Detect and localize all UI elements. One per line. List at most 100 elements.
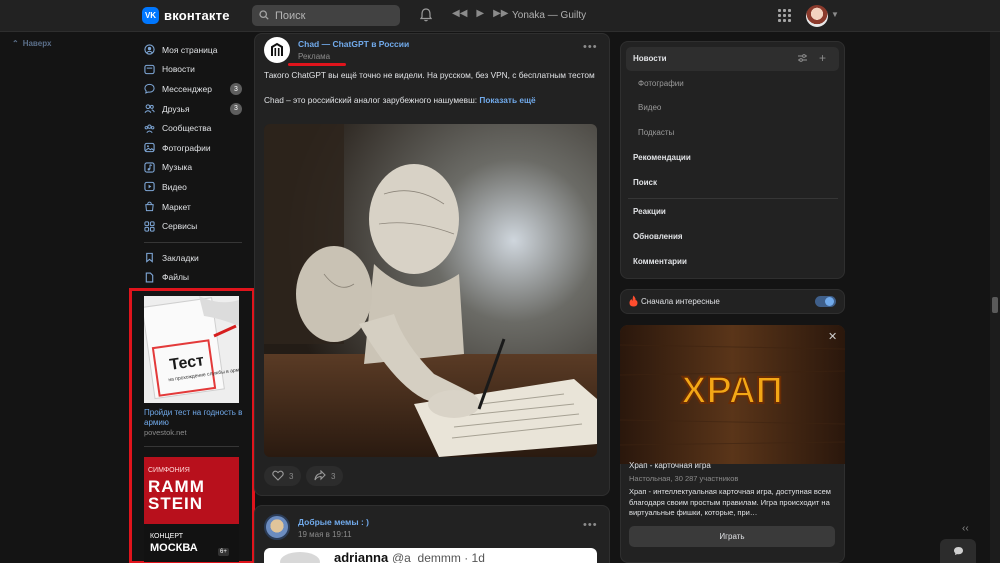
game-banner-image[interactable]: ХРАП xyxy=(620,325,845,464)
ad-army-test-title[interactable]: Пройди тест на годность в армию xyxy=(144,408,244,428)
sidebar-item-label: Сообщества xyxy=(162,123,212,134)
sidebar-item-music[interactable]: Музыка xyxy=(144,158,244,178)
sidebar-item-label: Фотографии xyxy=(162,142,211,153)
sidebar-item-label: Новости xyxy=(162,64,195,75)
unread-count-badge: 3 xyxy=(230,83,242,96)
ad-rammstein-concert-image[interactable]: СИМФОНИЯ RAMM STEIN xyxy=(144,457,239,524)
chevron-down-icon[interactable]: ▼ xyxy=(831,10,839,19)
like-button[interactable]: 3 xyxy=(264,466,302,486)
embedded-tweet-name: adrianna xyxy=(334,550,389,563)
filter-divider xyxy=(628,198,838,199)
filter-reactions[interactable]: Реакции xyxy=(633,207,666,216)
filter-recommendations[interactable]: Рекомендации xyxy=(633,153,691,162)
post-text: Такого ChatGPT вы ещё точно не видели. Н… xyxy=(264,69,599,106)
sidebar-item-bookmarks[interactable]: Закладки xyxy=(144,248,244,268)
sidebar-item-label: Видео xyxy=(162,181,187,192)
search-input[interactable] xyxy=(275,9,385,22)
sidebar-item-photos[interactable]: Фотографии xyxy=(144,138,244,158)
filter-updates[interactable]: Обновления xyxy=(633,232,683,241)
sidebar-item-messenger[interactable]: Мессенджер 3 xyxy=(144,79,244,99)
apps-grid-icon[interactable] xyxy=(778,9,791,22)
post-author-name[interactable]: Chad — ChatGPT в России xyxy=(298,39,409,49)
chat-icon xyxy=(144,83,155,95)
post-more-icon[interactable]: ••• xyxy=(583,41,598,53)
post2-author-name[interactable]: Добрые мемы : ) xyxy=(298,517,369,527)
game-meta: Настольная, 30 287 участников xyxy=(629,474,739,483)
play-game-button[interactable]: Играть xyxy=(629,526,835,547)
market-icon xyxy=(144,201,155,212)
search-icon xyxy=(259,9,269,23)
heart-icon xyxy=(272,470,284,483)
collapse-chats-icon[interactable]: ‹‹ xyxy=(962,523,969,534)
sidebar-item-market[interactable]: Маркет xyxy=(144,197,244,217)
age-rating-badge: 6+ xyxy=(218,548,229,556)
post-ad-label: Реклама xyxy=(298,52,331,61)
back-to-top[interactable]: ⌃ Наверх xyxy=(12,39,51,48)
search-box[interactable] xyxy=(252,5,400,26)
sidebar-item-label: Маркет xyxy=(162,201,191,212)
toggle-knob xyxy=(825,297,834,306)
like-count: 3 xyxy=(289,471,294,481)
sidebar-item-my-page[interactable]: Моя страница xyxy=(144,40,244,60)
next-track-icon[interactable]: ▶▶ xyxy=(493,8,508,19)
ad2-concert-label: КОНЦЕРТ xyxy=(150,533,183,540)
show-more-link[interactable]: Показать ещё xyxy=(479,95,535,105)
bell-icon[interactable] xyxy=(419,8,433,25)
post-text-line2-wrap: Chad – это российский аналог зарубежного… xyxy=(264,94,599,107)
previous-track-icon[interactable]: ◀◀ xyxy=(452,8,467,19)
sidebar-item-label: Файлы xyxy=(162,272,190,283)
sidebar-item-video[interactable]: Видео xyxy=(144,177,244,197)
sidebar-item-news[interactable]: Новости xyxy=(144,60,244,80)
sidebar-item-services[interactable]: Сервисы xyxy=(144,216,244,236)
scrollbar-thumb[interactable] xyxy=(992,297,998,313)
close-icon[interactable]: ✕ xyxy=(828,330,837,343)
post-image-robot-writing[interactable] xyxy=(264,124,597,457)
filter-news[interactable]: Новости xyxy=(633,54,667,63)
sidebar-item-friends[interactable]: Друзья 3 xyxy=(144,99,244,119)
sidebar-item-label: Закладки xyxy=(162,252,199,263)
services-icon xyxy=(144,221,155,232)
vk-logo-text: вконтакте xyxy=(164,8,230,23)
nav-divider xyxy=(144,241,242,243)
post-author-avatar[interactable] xyxy=(264,37,290,63)
sidebar-item-files[interactable]: Файлы xyxy=(144,268,244,288)
post2-more-icon[interactable]: ••• xyxy=(583,519,598,531)
ad-rammstein-concert-footer[interactable]: КОНЦЕРТ МОСКВА 6+ xyxy=(144,524,239,562)
play-icon[interactable]: ▶ xyxy=(476,8,484,19)
sidebar-item-communities[interactable]: Сообщества xyxy=(144,118,244,138)
music-icon xyxy=(144,162,155,173)
profile-avatar[interactable] xyxy=(806,5,828,27)
game-logo-text: ХРАП xyxy=(681,370,783,412)
ad-army-test-image[interactable]: Тест на прохождение службы в армии xyxy=(144,296,239,403)
bookmark-icon xyxy=(144,252,155,264)
ad-divider xyxy=(144,446,239,447)
now-playing-track[interactable]: Yonaka — Guilty xyxy=(512,10,586,21)
friends-icon xyxy=(144,103,155,114)
left-sidebar-nav: Моя страница Новости Мессенджер 3 Друзья… xyxy=(144,40,244,287)
filter-video[interactable]: Видео xyxy=(638,103,661,112)
vk-logo[interactable]: VK вконтакте xyxy=(142,7,230,24)
sidebar-item-label: Моя страница xyxy=(162,44,218,55)
back-to-top-label: Наверх xyxy=(22,39,52,48)
chat-bubble-icon[interactable] xyxy=(940,539,976,563)
filter-photos[interactable]: Фотографии xyxy=(638,79,684,88)
add-filter-icon[interactable]: + xyxy=(819,51,826,65)
game-description: Храп - интеллектуальная карточная игра, … xyxy=(629,487,831,517)
ad2-band-line1: RAMM xyxy=(148,477,205,496)
filter-settings-icon[interactable] xyxy=(797,53,808,65)
share-button[interactable]: 3 xyxy=(306,466,344,486)
post2-author-avatar[interactable] xyxy=(264,514,290,540)
chevron-up-icon: ⌃ xyxy=(12,39,19,48)
filter-search[interactable]: Поиск xyxy=(633,178,657,187)
ad-label-highlight xyxy=(288,63,346,66)
ad2-top-label: СИМФОНИЯ xyxy=(148,467,190,474)
share-count: 3 xyxy=(331,471,336,481)
vk-logo-mark: VK xyxy=(142,7,159,24)
top-header: VK вконтакте ◀◀ ▶ ▶▶ Yonaka — Guilty ▼ xyxy=(0,0,1000,32)
sidebar-item-label: Сервисы xyxy=(162,221,198,232)
photo-icon xyxy=(144,142,155,153)
audio-player-controls: ◀◀ ▶ ▶▶ xyxy=(452,8,508,19)
filter-podcasts[interactable]: Подкасты xyxy=(638,128,674,137)
game-title[interactable]: Храп - карточная игра xyxy=(629,461,711,470)
filter-comments[interactable]: Комментарии xyxy=(633,257,687,266)
